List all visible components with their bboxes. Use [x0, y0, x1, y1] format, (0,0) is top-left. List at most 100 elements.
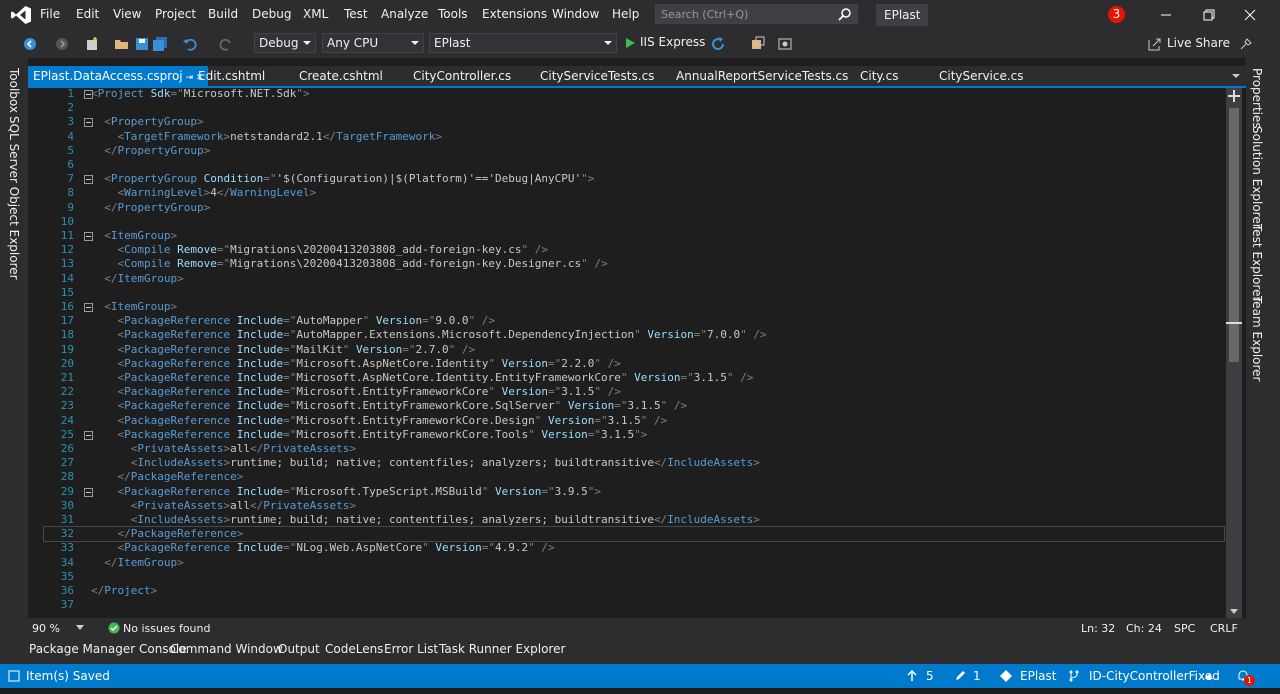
repository-icon[interactable] — [1000, 670, 1012, 682]
code-line[interactable]: 16 <ItemGroup> — [44, 300, 1224, 314]
test-explorer-tab[interactable]: Test Explorer — [1250, 224, 1264, 301]
code-line[interactable]: 13 <Compile Remove="Migrations\202004132… — [44, 257, 1224, 271]
code-line[interactable]: 23 <PackageReference Include="Microsoft.… — [44, 399, 1224, 413]
code-line[interactable]: 14 </ItemGroup> — [44, 272, 1224, 286]
code-line[interactable]: 4 <TargetFramework>netstandard2.1</Targe… — [44, 130, 1224, 144]
tab-city-cs[interactable]: City.cs — [855, 66, 903, 86]
code-line[interactable]: 5 </PropertyGroup> — [44, 144, 1224, 158]
bottom-tab-package-manager-console[interactable]: Package Manager Console — [29, 642, 187, 656]
menu-help[interactable]: Help — [612, 7, 639, 21]
visual-studio-logo-icon[interactable] — [10, 5, 32, 25]
bottom-tab-codelens[interactable]: CodeLens — [325, 642, 383, 656]
menu-tools[interactable]: Tools — [438, 7, 468, 21]
code-line[interactable]: 29 <PackageReference Include="Microsoft.… — [44, 485, 1224, 499]
code-line[interactable]: 25 <PackageReference Include="Microsoft.… — [44, 428, 1224, 442]
code-line[interactable]: 10 — [44, 215, 1224, 229]
open-folder-icon[interactable] — [114, 36, 130, 52]
save-icon[interactable] — [134, 36, 150, 52]
chevron-up-icon[interactable] — [1205, 674, 1213, 679]
pencil-icon[interactable] — [954, 670, 966, 682]
menu-debug[interactable]: Debug — [252, 7, 291, 21]
menu-build[interactable]: Build — [208, 7, 238, 21]
code-line[interactable]: 36 </Project> — [44, 584, 1224, 598]
menu-edit[interactable]: Edit — [76, 7, 99, 21]
code-line[interactable]: 8 <WarningLevel>4</WarningLevel> — [44, 186, 1224, 200]
repository-name[interactable]: EPlast — [1020, 669, 1056, 683]
code-line[interactable]: 9 </PropertyGroup> — [44, 201, 1224, 215]
push-count[interactable]: 5 — [926, 669, 934, 683]
bottom-tab-task-runner-explorer[interactable]: Task Runner Explorer — [439, 642, 565, 656]
menu-xml[interactable]: XML — [303, 7, 328, 21]
undo-icon[interactable] — [182, 36, 198, 52]
branch-icon[interactable] — [1068, 670, 1080, 682]
startup-project-dropdown[interactable]: EPlast — [429, 33, 617, 53]
code-line[interactable]: 27 <IncludeAssets>runtime; build; native… — [44, 456, 1224, 470]
code-line[interactable]: 15 — [44, 286, 1224, 300]
menu-extensions[interactable]: Extensions — [482, 7, 547, 21]
code-line[interactable]: 22 <PackageReference Include="Microsoft.… — [44, 385, 1224, 399]
solution-explorer-tab[interactable]: Solution Explorer — [1250, 126, 1264, 229]
code-line[interactable]: 1 <Project Sdk="Microsoft.NET.Sdk"> — [44, 87, 1224, 101]
new-project-icon[interactable] — [84, 36, 100, 52]
tab-eplast-dataaccess-csproj[interactable]: EPlast.DataAccess.csproj ⇥ ✕ — [28, 66, 209, 86]
minimize-icon[interactable] — [1156, 6, 1176, 24]
code-line[interactable]: 21 <PackageReference Include="Microsoft.… — [44, 371, 1224, 385]
menu-view[interactable]: View — [113, 7, 141, 21]
toolbox-tab[interactable]: Toolbox — [7, 68, 21, 113]
code-line[interactable]: 17 <PackageReference Include="AutoMapper… — [44, 314, 1224, 328]
pin-icon[interactable]: ⇥ — [183, 73, 194, 83]
code-line[interactable]: 20 <PackageReference Include="Microsoft.… — [44, 357, 1224, 371]
menu-window[interactable]: Window — [552, 7, 599, 21]
code-line[interactable]: 37 — [44, 598, 1224, 612]
arrow-up-icon[interactable] — [906, 670, 918, 682]
code-line[interactable]: 33 <PackageReference Include="NLog.Web.A… — [44, 541, 1224, 555]
tab-create-cshtml[interactable]: Create.cshtml — [294, 66, 388, 86]
redo-icon[interactable] — [218, 36, 234, 52]
code-line[interactable]: 19 <PackageReference Include="MailKit" V… — [44, 343, 1224, 357]
issues-status[interactable]: No issues found — [123, 622, 210, 635]
vertical-scrollbar[interactable] — [1226, 88, 1242, 618]
code-line[interactable]: 34 </ItemGroup> — [44, 556, 1224, 570]
chevron-down-icon[interactable] — [76, 625, 84, 631]
menu-test[interactable]: Test — [344, 7, 368, 21]
close-icon[interactable] — [1240, 6, 1260, 24]
menu-file[interactable]: File — [40, 7, 60, 21]
code-line[interactable]: 11 <ItemGroup> — [44, 229, 1224, 243]
feedback-icon[interactable] — [1238, 36, 1254, 52]
team-explorer-tab[interactable]: Team Explorer — [1250, 296, 1264, 382]
code-line[interactable]: 31 <IncludeAssets>runtime; build; native… — [44, 513, 1224, 527]
code-line[interactable]: 18 <PackageReference Include="AutoMapper… — [44, 328, 1224, 342]
bottom-tab-output[interactable]: Output — [278, 642, 320, 656]
branch-name[interactable]: ID-CityControllerFixed — [1089, 669, 1220, 683]
restore-icon[interactable] — [1198, 6, 1218, 24]
code-line[interactable]: 35 — [44, 570, 1224, 584]
code-line[interactable]: 7 <PropertyGroup Condition="'$(Configura… — [44, 172, 1224, 186]
tab-annualreportservicetests-cs[interactable]: AnnualReportServiceTests.cs — [671, 66, 853, 86]
tab-cityservicetests-cs[interactable]: CityServiceTests.cs — [535, 66, 659, 86]
properties-tab[interactable]: Properties — [1250, 68, 1264, 129]
sql-server-object-explorer-tab[interactable]: SQL Server Object Explorer — [7, 116, 21, 280]
refresh-icon[interactable] — [710, 36, 726, 52]
browser-link-icon[interactable] — [750, 36, 766, 52]
tab-edit-cshtml[interactable]: Edit.cshtml — [193, 66, 270, 86]
forward-icon[interactable] — [54, 36, 70, 52]
changes-count[interactable]: 1 — [973, 669, 981, 683]
code-line[interactable]: 3 <PropertyGroup> — [44, 115, 1224, 129]
bottom-tab-error-list[interactable]: Error List — [384, 642, 438, 656]
menu-project[interactable]: Project — [155, 7, 196, 21]
save-all-icon[interactable] — [152, 36, 168, 52]
search-box[interactable]: Search (Ctrl+Q) — [655, 4, 858, 24]
notification-badge[interactable]: 3 — [1108, 6, 1125, 23]
code-line[interactable]: 2 — [44, 101, 1224, 115]
code-line[interactable]: 26 <PrivateAssets>all</PrivateAssets> — [44, 442, 1224, 456]
platform-dropdown[interactable]: Any CPU — [322, 33, 424, 53]
scroll-down-icon[interactable] — [1230, 609, 1238, 615]
split-icon[interactable] — [1228, 90, 1240, 102]
code-line[interactable]: 30 <PrivateAssets>all</PrivateAssets> — [44, 499, 1224, 513]
tab-cityservice-cs[interactable]: CityService.cs — [934, 66, 1029, 86]
screenshot-icon[interactable] — [777, 36, 793, 52]
code-line[interactable]: 24 <PackageReference Include="Microsoft.… — [44, 414, 1224, 428]
code-line[interactable]: 32 </PackageReference> — [43, 526, 1225, 543]
tab-citycontroller-cs[interactable]: CityController.cs — [408, 66, 516, 86]
menu-analyze[interactable]: Analyze — [381, 7, 428, 21]
